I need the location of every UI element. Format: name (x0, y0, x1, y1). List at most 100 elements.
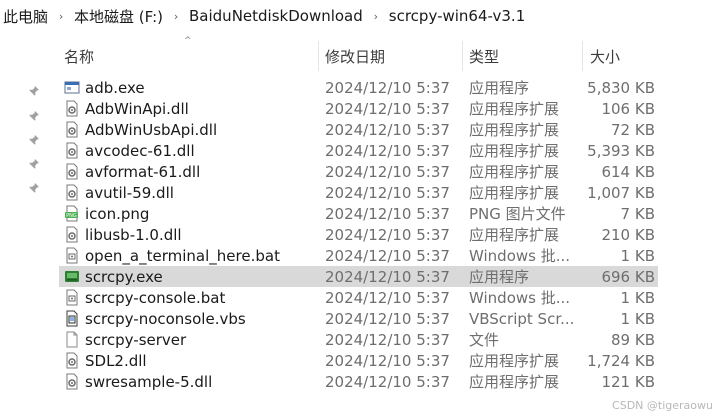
file-date: 2024/12/10 5:37 (325, 99, 450, 118)
file-row[interactable]: AdbWinApi.dll 2024/12/10 5:37 应用程序扩展 106… (59, 98, 658, 119)
dll-gear-icon (64, 352, 80, 369)
file-type: 应用程序扩展 (469, 100, 560, 118)
file-size: 210 KB (601, 225, 655, 244)
file-date: 2024/12/10 5:37 (325, 309, 450, 328)
file-date: 2024/12/10 5:37 (325, 372, 450, 391)
column-header-size[interactable]: 大小 (590, 41, 719, 71)
column-divider[interactable] (462, 41, 463, 71)
file-type: 应用程序扩展 (469, 142, 560, 160)
chevron-right-icon[interactable]: › (363, 10, 389, 23)
file-row[interactable]: avutil-59.dll 2024/12/10 5:37 应用程序扩展 1,0… (59, 182, 658, 203)
file-type: 应用程序扩展 (469, 226, 560, 244)
file-size: 106 KB (601, 99, 655, 118)
file-type: 应用程序扩展 (469, 184, 560, 202)
file-name[interactable]: scrcpy-noconsole.vbs (85, 310, 246, 328)
file-name[interactable]: open_a_terminal_here.bat (85, 247, 280, 265)
file-name[interactable]: scrcpy-server (85, 331, 186, 349)
file-name[interactable]: icon.png (85, 205, 149, 223)
file-size: 1 KB (620, 246, 655, 265)
file-name[interactable]: AdbWinUsbApi.dll (85, 121, 217, 139)
pin-icon (28, 85, 40, 97)
dll-gear-icon (64, 226, 80, 243)
file-name[interactable]: avformat-61.dll (85, 163, 200, 181)
file-type: Windows 批... (469, 289, 571, 307)
blank-file-icon (64, 331, 80, 348)
file-type: 应用程序 (469, 268, 530, 286)
file-type: 应用程序扩展 (469, 121, 560, 139)
file-size: 1 KB (620, 288, 655, 307)
file-type: Windows 批... (469, 247, 571, 265)
breadcrumb-baidunetdisk-folder[interactable]: BaiduNetdiskDownload (189, 7, 363, 25)
file-row[interactable]: scrcpy-console.bat 2024/12/10 5:37 Windo… (59, 287, 658, 308)
file-type: 应用程序扩展 (469, 352, 560, 370)
file-date: 2024/12/10 5:37 (325, 78, 450, 97)
file-row[interactable]: AdbWinUsbApi.dll 2024/12/10 5:37 应用程序扩展 … (59, 119, 658, 140)
file-row[interactable]: avformat-61.dll 2024/12/10 5:37 应用程序扩展 6… (59, 161, 658, 182)
file-row[interactable]: open_a_terminal_here.bat 2024/12/10 5:37… (59, 245, 658, 266)
dll-gear-icon (64, 142, 80, 159)
file-size: 614 KB (601, 162, 655, 181)
file-type: 文件 (469, 331, 500, 349)
dll-gear-icon (64, 163, 80, 180)
file-type: PNG 图片文件 (469, 205, 566, 223)
file-type: 应用程序扩展 (469, 373, 560, 391)
file-date: 2024/12/10 5:37 (325, 288, 450, 307)
file-name[interactable]: SDL2.dll (85, 352, 147, 370)
file-date: 2024/12/10 5:37 (325, 183, 450, 202)
file-row[interactable]: adb.exe 2024/12/10 5:37 应用程序 5,830 KB (59, 77, 658, 98)
file-size: 121 KB (601, 372, 655, 391)
file-row[interactable]: PNG icon.png 2024/12/10 5:37 PNG 图片文件 7 … (59, 203, 658, 224)
file-name[interactable]: libusb-1.0.dll (85, 226, 182, 244)
file-date: 2024/12/10 5:37 (325, 204, 450, 223)
file-type: 应用程序 (469, 79, 530, 97)
file-name[interactable]: adb.exe (85, 79, 145, 97)
file-date: 2024/12/10 5:37 (325, 267, 450, 286)
file-name[interactable]: scrcpy.exe (85, 268, 163, 286)
vbs-script-icon (64, 310, 80, 327)
file-size: 72 KB (611, 120, 655, 139)
chevron-right-icon[interactable]: › (163, 10, 189, 23)
dll-gear-icon (64, 373, 80, 390)
file-name[interactable]: AdbWinApi.dll (85, 100, 189, 118)
dll-gear-icon (64, 121, 80, 138)
bat-script-icon (64, 289, 80, 306)
file-row[interactable]: scrcpy-server 2024/12/10 5:37 文件 89 KB (59, 329, 658, 350)
breadcrumb-this-pc[interactable]: 此电脑 (3, 6, 48, 27)
file-size: 1,007 KB (587, 183, 655, 202)
file-name[interactable]: avcodec-61.dll (85, 142, 195, 160)
file-name[interactable]: avutil-59.dll (85, 184, 174, 202)
file-name[interactable]: scrcpy-console.bat (85, 289, 225, 307)
file-date: 2024/12/10 5:37 (325, 246, 450, 265)
file-name[interactable]: swresample-5.dll (85, 373, 212, 391)
file-row[interactable]: libusb-1.0.dll 2024/12/10 5:37 应用程序扩展 21… (59, 224, 658, 245)
pin-icon (28, 134, 40, 146)
scrcpy-app-icon (64, 268, 80, 285)
column-divider[interactable] (582, 41, 583, 71)
file-size: 89 KB (611, 330, 655, 349)
svg-text:PNG: PNG (66, 213, 77, 219)
file-size: 696 KB (601, 267, 655, 286)
column-divider[interactable] (318, 41, 319, 71)
file-type: VBScript Scr... (469, 309, 575, 328)
file-date: 2024/12/10 5:37 (325, 120, 450, 139)
file-row[interactable]: SDL2.dll 2024/12/10 5:37 应用程序扩展 1,724 KB (59, 350, 658, 371)
pin-icon (28, 158, 40, 170)
file-row[interactable]: scrcpy-noconsole.vbs 2024/12/10 5:37 VBS… (59, 308, 658, 329)
watermark: CSDN @tigeraowu (612, 399, 713, 412)
column-header-date[interactable]: 修改日期 (325, 41, 465, 71)
pin-icon (28, 182, 40, 194)
file-row[interactable]: avcodec-61.dll 2024/12/10 5:37 应用程序扩展 5,… (59, 140, 658, 161)
column-header-type[interactable]: 类型 (469, 41, 581, 71)
file-row-selected[interactable]: scrcpy.exe 2024/12/10 5:37 应用程序 696 KB (59, 266, 658, 287)
column-header-name[interactable]: 名称 (64, 41, 318, 71)
breadcrumb-scrcpy-folder[interactable]: scrcpy-win64-v3.1 (389, 7, 525, 25)
breadcrumb-drive-f[interactable]: 本地磁盘 (F:) (74, 6, 163, 27)
file-row[interactable]: swresample-5.dll 2024/12/10 5:37 应用程序扩展 … (59, 371, 658, 392)
file-size: 5,830 KB (587, 78, 655, 97)
bat-script-icon (64, 247, 80, 264)
file-date: 2024/12/10 5:37 (325, 141, 450, 160)
file-size: 1,724 KB (587, 351, 655, 370)
chevron-right-icon[interactable]: › (48, 10, 74, 23)
png-image-icon: PNG (64, 205, 80, 222)
file-size: 5,393 KB (587, 141, 655, 160)
